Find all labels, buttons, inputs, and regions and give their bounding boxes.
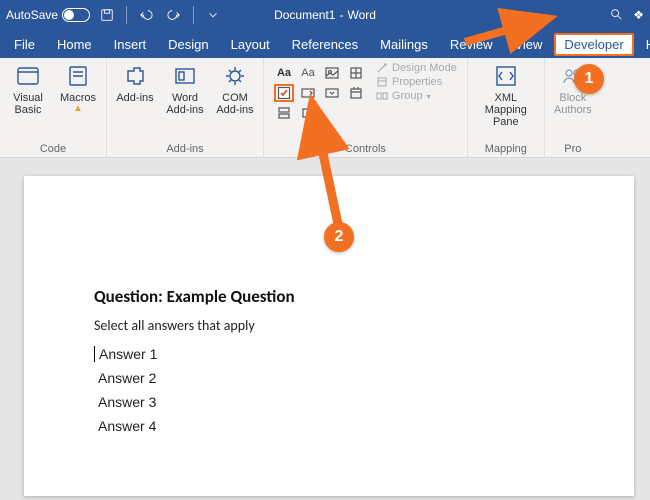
chevron-down-icon: ▾ — [427, 92, 431, 101]
plain-text-control-button[interactable]: Aa — [298, 64, 318, 82]
design-mode-button[interactable]: Design Mode — [376, 62, 457, 74]
tab-references[interactable]: References — [282, 33, 368, 56]
app-name: Word — [347, 8, 375, 22]
checkbox-control-button[interactable] — [274, 84, 294, 102]
tab-review[interactable]: Review — [440, 33, 503, 56]
tab-layout[interactable]: Layout — [221, 33, 280, 56]
save-button[interactable] — [96, 4, 118, 26]
warning-icon — [73, 102, 83, 112]
legacy-tools-button[interactable] — [298, 104, 318, 122]
answers-list: Answer 1 Answer 2 Answer 3 Answer 4 — [94, 346, 564, 434]
title-bar: AutoSave Document1 - Word ❖ — [0, 0, 650, 30]
annotation-callout-2: 2 — [324, 222, 354, 252]
date-picker-control-button[interactable] — [346, 84, 366, 102]
ribbon-group-mapping: XML Mapping Pane Mapping — [468, 58, 545, 157]
undo-button[interactable] — [135, 4, 157, 26]
picture-control-button[interactable] — [322, 64, 342, 82]
macros-icon — [64, 62, 92, 90]
question-heading: Question: Example Question — [94, 286, 564, 307]
building-block-control-button[interactable] — [346, 64, 366, 82]
answer-item[interactable]: Answer 3 — [98, 394, 564, 410]
answer-item[interactable]: Answer 4 — [98, 418, 564, 434]
tab-home[interactable]: Home — [47, 33, 102, 56]
tab-mailings[interactable]: Mailings — [370, 33, 438, 56]
word-addins-button[interactable]: Word Add-ins — [163, 62, 207, 116]
ribbon-group-addins: Add-ins Word Add-ins COM Add-ins Add-ins — [107, 58, 264, 157]
document-area: Question: Example Question Select all an… — [0, 158, 650, 500]
group-label: Pro — [564, 143, 581, 155]
tab-design[interactable]: Design — [158, 33, 218, 56]
premium-badge-icon[interactable]: ❖ — [633, 8, 644, 22]
group-label: Code — [40, 143, 66, 155]
com-addins-button[interactable]: COM Add-ins — [213, 62, 257, 116]
redo-button[interactable] — [163, 4, 185, 26]
separator — [193, 6, 194, 24]
answer-item[interactable]: Answer 2 — [98, 370, 564, 386]
tab-help[interactable]: Help — [636, 33, 650, 56]
group-button[interactable]: Group▾ — [376, 90, 457, 102]
addins-button[interactable]: Add-ins — [113, 62, 157, 104]
ribbon: Visual Basic Macros Code Add-ins Word Ad… — [0, 58, 650, 158]
tab-file[interactable]: File — [4, 33, 45, 56]
ribbon-group-code: Visual Basic Macros Code — [0, 58, 107, 157]
tab-insert[interactable]: Insert — [104, 33, 157, 56]
properties-button[interactable]: Properties — [376, 76, 457, 88]
group-label: Mapping — [485, 143, 527, 155]
ribbon-tabs: File Home Insert Design Layout Reference… — [0, 30, 650, 58]
group-label: Controls — [345, 143, 386, 155]
macros-button[interactable]: Macros — [56, 62, 100, 112]
document-name: Document1 — [274, 8, 335, 22]
tab-view[interactable]: View — [504, 33, 552, 56]
repeating-section-control-button[interactable] — [274, 104, 294, 122]
word-addins-icon — [171, 62, 199, 90]
combo-box-control-button[interactable] — [298, 84, 318, 102]
toggle-off-icon[interactable] — [62, 8, 90, 22]
addins-icon — [121, 62, 149, 90]
autosave-label: AutoSave — [6, 8, 58, 22]
annotation-callout-1: 1 — [574, 64, 604, 94]
ribbon-group-controls: Aa Aa Design Mode Propertie — [264, 58, 468, 157]
search-icon[interactable] — [609, 7, 623, 24]
separator — [126, 6, 127, 24]
group-label: Add-ins — [166, 143, 203, 155]
xml-mapping-icon — [492, 62, 520, 90]
window-title: Document1 - Word — [274, 8, 376, 22]
answer-item[interactable]: Answer 1 — [94, 346, 564, 362]
visual-basic-button[interactable]: Visual Basic — [6, 62, 50, 116]
xml-mapping-pane-button[interactable]: XML Mapping Pane — [474, 62, 538, 128]
visual-basic-icon — [14, 62, 42, 90]
com-addins-icon — [221, 62, 249, 90]
tab-developer[interactable]: Developer — [554, 33, 633, 56]
dropdown-control-button[interactable] — [322, 84, 342, 102]
qat-customize-button[interactable] — [202, 4, 224, 26]
autosave-toggle[interactable]: AutoSave — [6, 8, 90, 22]
question-instruction: Select all answers that apply — [94, 317, 564, 334]
rich-text-control-button[interactable]: Aa — [274, 64, 294, 82]
